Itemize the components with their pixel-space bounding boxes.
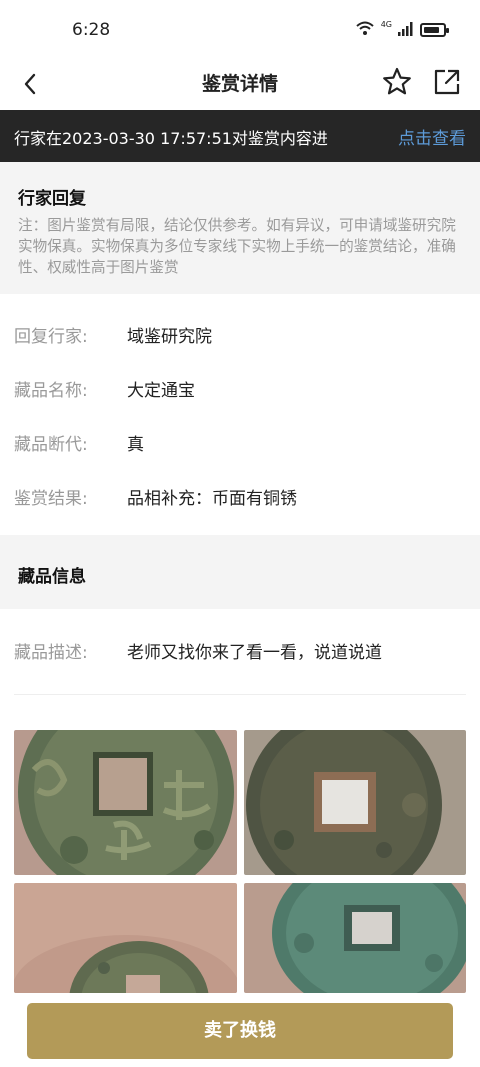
detail-value: 大定通宝 <box>127 381 195 401</box>
coin-photo-obverse[interactable] <box>14 730 237 875</box>
wifi-icon <box>355 20 375 40</box>
detail-label: 藏品描述: <box>14 643 88 663</box>
sell-button[interactable]: 卖了换钱 <box>27 1003 453 1059</box>
network-type: 4G <box>380 19 392 29</box>
share-icon[interactable] <box>430 65 464 99</box>
detail-value: 域鉴研究院 <box>127 327 212 347</box>
detail-label: 回复行家: <box>14 327 88 347</box>
section-title: 藏品信息 <box>18 567 86 587</box>
coin-photo-edge[interactable] <box>14 883 237 993</box>
detail-row-description: 藏品描述: 老师又找你来了看一看，说道说道 <box>14 638 464 668</box>
divider <box>14 694 466 695</box>
navbar: 鉴赏详情 <box>0 60 480 110</box>
coin-photo-reverse[interactable] <box>244 730 466 875</box>
coin-photo-reverse-2[interactable] <box>244 883 466 993</box>
detail-value: 真 <box>127 435 144 455</box>
reply-title: 行家回复 <box>18 189 86 209</box>
star-icon[interactable] <box>380 65 414 99</box>
detail-value: 老师又找你来了看一看，说道说道 <box>127 643 382 663</box>
collection-section-header: 藏品信息 <box>0 535 480 609</box>
notice-text: 行家在2023-03-30 17:57:51对鉴赏内容进 <box>14 129 328 148</box>
bottom-bar: 卖了换钱 <box>0 993 480 1067</box>
expert-reply-section: 行家回复 注：图片鉴赏有局限，结论仅供参考。如有异议，可申请域鉴研究院实物保真。… <box>0 162 480 294</box>
status-bar: 6:28 4G <box>0 0 480 60</box>
view-link[interactable]: 点击查看 <box>392 124 466 149</box>
detail-row-expert: 回复行家: 域鉴研究院 <box>14 322 464 352</box>
battery-icon <box>420 23 449 37</box>
signal-icon <box>398 21 414 40</box>
notice-bar: 行家在2023-03-30 17:57:51对鉴赏内容进 点击查看 <box>0 110 480 162</box>
reply-note: 注：图片鉴赏有局限，结论仅供参考。如有异议，可申请域鉴研究院实物保真。实物保真为… <box>18 217 456 276</box>
detail-value: 品相补充：币面有铜锈 <box>127 489 297 509</box>
detail-row-dating: 藏品断代: 真 <box>14 430 464 460</box>
detail-row-name: 藏品名称: 大定通宝 <box>14 376 464 406</box>
detail-label: 藏品断代: <box>14 435 88 455</box>
status-icons: 4G <box>355 19 449 40</box>
detail-label: 鉴赏结果: <box>14 489 88 509</box>
detail-row-result: 鉴赏结果: 品相补充：币面有铜锈 <box>14 484 464 514</box>
detail-label: 藏品名称: <box>14 381 88 401</box>
status-time: 6:28 <box>72 20 111 40</box>
